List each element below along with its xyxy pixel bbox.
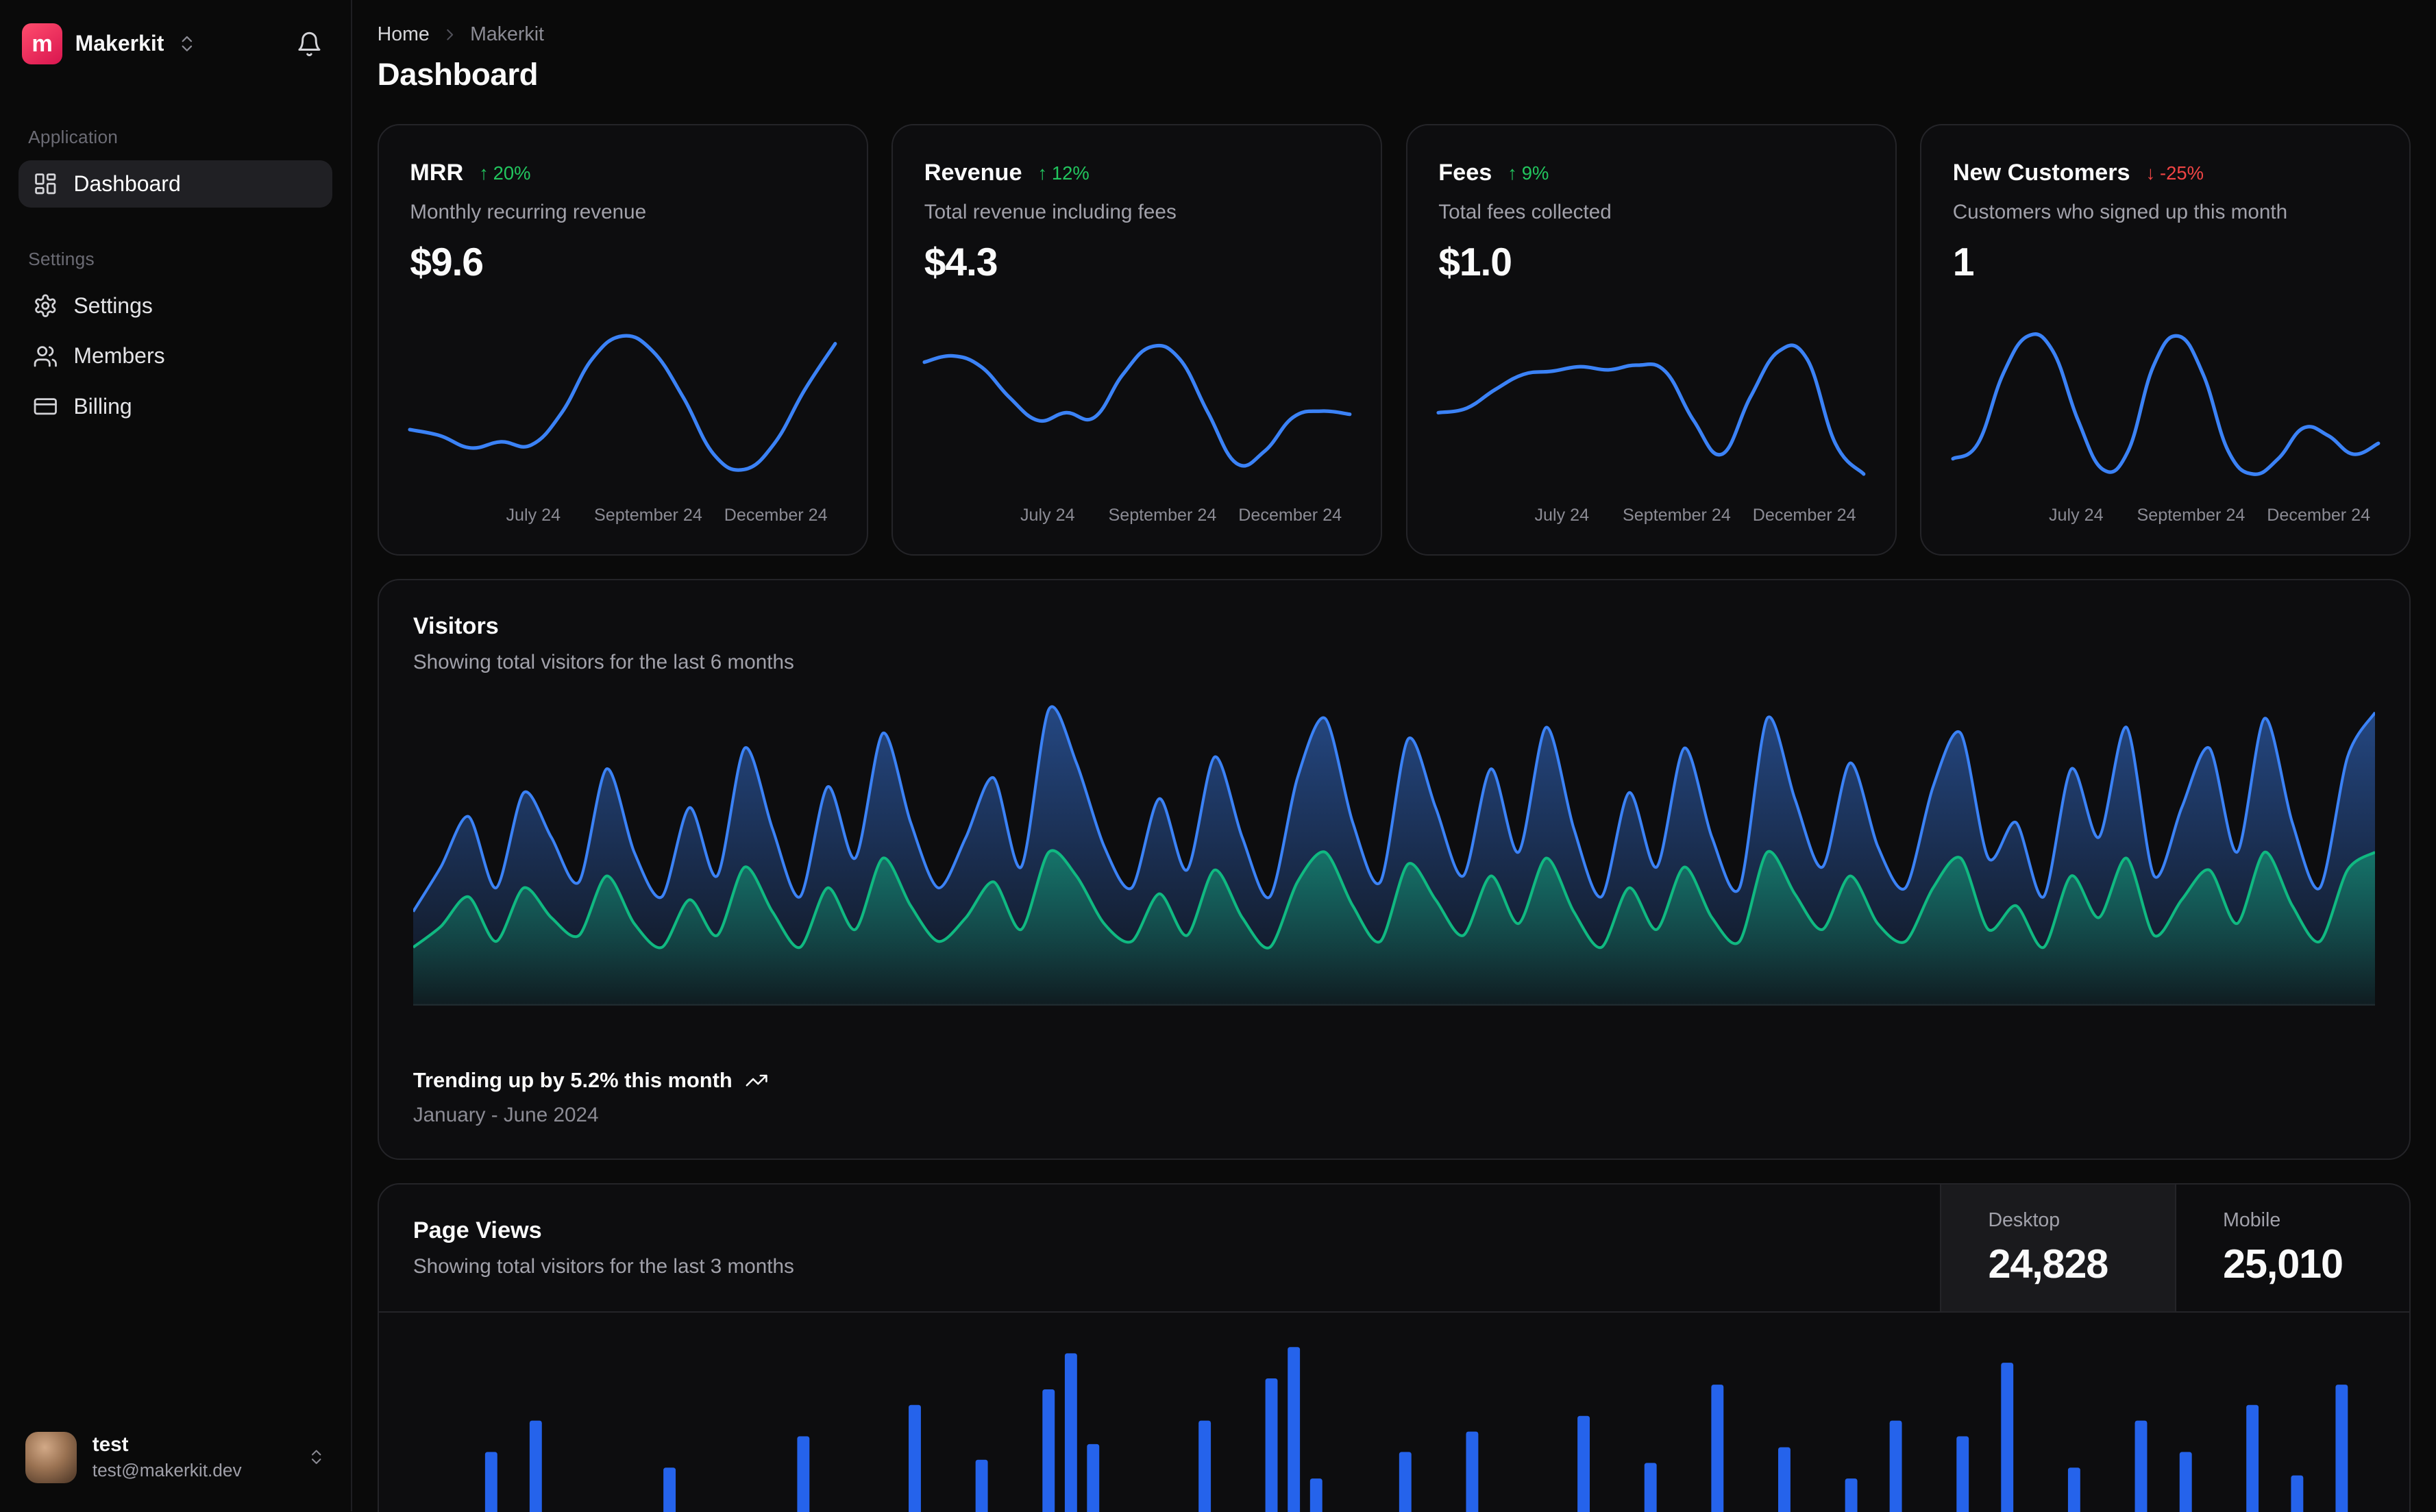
section-label-settings: Settings bbox=[28, 249, 323, 270]
page-views-subtitle: Showing total visitors for the last 3 mo… bbox=[413, 1255, 1906, 1278]
avatar bbox=[25, 1432, 77, 1483]
page-views-toggle-mobile[interactable]: Mobile 25,010 bbox=[2175, 1185, 2410, 1311]
stat-description: Customers who signed up this month bbox=[1953, 201, 2378, 224]
visitors-trend-text: Trending up by 5.2% this month bbox=[413, 1068, 733, 1093]
sidebar-item-label: Billing bbox=[73, 394, 132, 419]
page-views-title: Page Views bbox=[413, 1217, 1906, 1244]
bell-icon bbox=[296, 31, 323, 58]
page-views-card: Page Views Showing total visitors for th… bbox=[378, 1183, 2411, 1512]
sparkline-chart bbox=[1438, 316, 1864, 494]
stat-card-revenue: Revenue ↑12% Total revenue including fee… bbox=[891, 124, 1382, 556]
x-axis-labels: July 24September 24December 24 bbox=[410, 506, 835, 529]
stat-value: $4.3 bbox=[924, 240, 1350, 285]
sidebar-item-label: Dashboard bbox=[73, 171, 180, 197]
chevron-right-icon bbox=[441, 25, 459, 44]
visitors-subtitle: Showing total visitors for the last 6 mo… bbox=[413, 651, 2375, 674]
stat-card-fees: Fees ↑9% Total fees collected $1.0 July … bbox=[1406, 124, 1897, 556]
section-label-application: Application bbox=[28, 127, 323, 148]
sparkline-chart bbox=[924, 316, 1350, 494]
gear-icon bbox=[33, 293, 58, 319]
stat-title: New Customers bbox=[1953, 160, 2130, 186]
page-views-bar-chart bbox=[413, 1335, 2375, 1512]
sidebar-item-settings[interactable]: Settings bbox=[19, 282, 332, 330]
sidebar-item-label: Members bbox=[73, 343, 164, 369]
arrow-up-icon: ↑ bbox=[479, 162, 489, 184]
visitors-period: January - June 2024 bbox=[413, 1104, 2375, 1127]
sidebar-item-label: Settings bbox=[73, 293, 153, 319]
trend-badge: ↑12% bbox=[1037, 162, 1089, 184]
stat-title: Revenue bbox=[924, 160, 1022, 186]
users-icon bbox=[33, 344, 58, 369]
workspace-name: Makerkit bbox=[75, 31, 164, 56]
stat-title: MRR bbox=[410, 160, 463, 186]
page-views-toggle-desktop[interactable]: Desktop 24,828 bbox=[1940, 1185, 2175, 1311]
visitors-card: Visitors Showing total visitors for the … bbox=[378, 579, 2411, 1160]
credit-card-icon bbox=[33, 394, 58, 419]
breadcrumb-home-link[interactable]: Home bbox=[378, 23, 430, 46]
makerkit-logo: m bbox=[22, 23, 62, 64]
chevrons-up-down-icon bbox=[307, 1448, 325, 1466]
x-axis-labels: July 24September 24December 24 bbox=[1438, 506, 1864, 529]
chevrons-up-down-icon bbox=[177, 34, 197, 54]
arrow-up-icon: ↑ bbox=[1037, 162, 1047, 184]
main-content: Home Makerkit Dashboard MRR ↑20% Monthly… bbox=[352, 0, 2436, 1512]
visitors-title: Visitors bbox=[413, 613, 2375, 640]
visitors-area-chart bbox=[413, 699, 2375, 1006]
workspace-switcher[interactable]: m Makerkit bbox=[19, 21, 332, 68]
stat-title: Fees bbox=[1438, 160, 1492, 186]
stat-card-grid: MRR ↑20% Monthly recurring revenue $9.6 … bbox=[378, 124, 2411, 556]
user-email: test@makerkit.dev bbox=[93, 1460, 242, 1481]
page-title: Dashboard bbox=[378, 57, 2411, 92]
user-menu[interactable]: test test@makerkit.dev bbox=[19, 1425, 332, 1489]
stat-value: 24,828 bbox=[1988, 1240, 2128, 1287]
sidebar-item-billing[interactable]: Billing bbox=[19, 383, 332, 430]
sparkline-chart bbox=[410, 316, 835, 494]
dashboard-grid-icon bbox=[33, 171, 58, 197]
x-axis-labels: July 24September 24December 24 bbox=[924, 506, 1350, 529]
stat-value: 1 bbox=[1953, 240, 2378, 285]
stat-description: Monthly recurring revenue bbox=[410, 201, 835, 224]
arrow-up-icon: ↑ bbox=[1508, 162, 1517, 184]
stat-label: Desktop bbox=[1988, 1209, 2128, 1232]
breadcrumb-current: Makerkit bbox=[470, 23, 544, 46]
stat-value: $9.6 bbox=[410, 240, 835, 285]
sparkline-chart bbox=[1953, 316, 2378, 494]
stat-description: Total revenue including fees bbox=[924, 201, 1350, 224]
sidebar-item-dashboard[interactable]: Dashboard bbox=[19, 160, 332, 208]
trending-up-icon bbox=[745, 1069, 768, 1092]
notifications-button[interactable] bbox=[290, 24, 329, 63]
stat-value: 25,010 bbox=[2223, 1240, 2363, 1287]
breadcrumb: Home Makerkit bbox=[378, 23, 2411, 46]
trend-badge: ↑20% bbox=[479, 162, 530, 184]
arrow-down-icon: ↓ bbox=[2145, 162, 2155, 184]
trend-badge: ↓-25% bbox=[2145, 162, 2204, 184]
stat-card-new-customers: New Customers ↓-25% Customers who signed… bbox=[1920, 124, 2411, 556]
sidebar: m Makerkit Application Dashboard Setting… bbox=[0, 0, 352, 1511]
sidebar-item-members[interactable]: Members bbox=[19, 332, 332, 380]
stat-card-mrr: MRR ↑20% Monthly recurring revenue $9.6 … bbox=[378, 124, 868, 556]
stat-description: Total fees collected bbox=[1438, 201, 1864, 224]
trend-badge: ↑9% bbox=[1508, 162, 1549, 184]
user-name: test bbox=[93, 1433, 242, 1457]
x-axis-labels: July 24September 24December 24 bbox=[1953, 506, 2378, 529]
stat-value: $1.0 bbox=[1438, 240, 1864, 285]
stat-label: Mobile bbox=[2223, 1209, 2363, 1232]
